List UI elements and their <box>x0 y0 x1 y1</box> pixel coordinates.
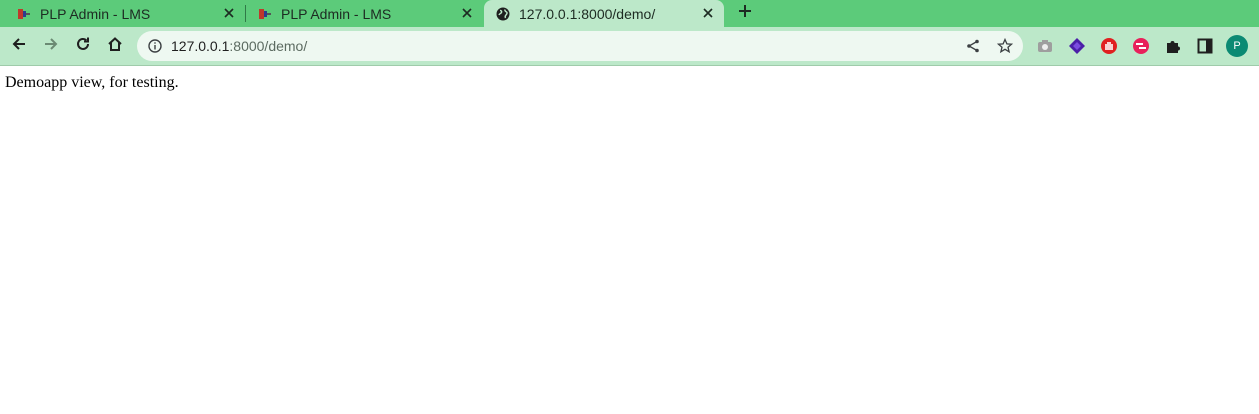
tab-title: PLP Admin - LMS <box>40 5 151 22</box>
tab-plp-admin-2[interactable]: PLP Admin - LMS <box>247 0 483 27</box>
globe-icon <box>495 6 511 22</box>
tab-strip: PLP Admin - LMS PLP Admin - LMS 127.0.0.… <box>0 0 1259 27</box>
lms-favicon-icon <box>257 6 273 22</box>
forward-button[interactable] <box>39 34 63 58</box>
arrow-left-icon <box>11 36 27 57</box>
tab-title: PLP Admin - LMS <box>281 5 392 22</box>
reload-button[interactable] <box>71 34 95 58</box>
profile-avatar[interactable]: P <box>1226 35 1248 57</box>
home-button[interactable] <box>103 34 127 58</box>
address-bar[interactable]: 127.0.0.1:8000/demo/ <box>137 31 1023 61</box>
layers-extension-icon[interactable] <box>1068 37 1086 55</box>
camera-extension-icon[interactable] <box>1036 37 1054 55</box>
url-path: :8000/demo/ <box>229 38 308 54</box>
extensions-puzzle-icon[interactable] <box>1164 37 1182 55</box>
pink-extension-icon[interactable] <box>1132 37 1150 55</box>
page-body-text: Demoapp view, for testing. <box>5 74 179 91</box>
info-icon[interactable] <box>147 38 163 54</box>
tab-demo-active[interactable]: 127.0.0.1:8000/demo/ <box>484 0 724 27</box>
plus-icon <box>738 4 752 23</box>
url-host: 127.0.0.1 <box>171 38 230 54</box>
tab-title: 127.0.0.1:8000/demo/ <box>519 5 656 22</box>
share-icon[interactable] <box>965 38 981 54</box>
tab-plp-admin-1[interactable]: PLP Admin - LMS <box>0 0 245 27</box>
url-text[interactable]: 127.0.0.1:8000/demo/ <box>171 38 307 54</box>
lms-favicon-icon <box>16 6 32 22</box>
tab-divider <box>245 5 246 22</box>
new-tab-button[interactable] <box>734 2 756 24</box>
close-tab-icon[interactable] <box>459 5 475 21</box>
bookmark-star-icon[interactable] <box>996 37 1014 54</box>
adblock-extension-icon[interactable] <box>1100 37 1118 55</box>
home-icon <box>107 36 123 57</box>
browser-toolbar: 127.0.0.1:8000/demo/ P <box>0 27 1259 66</box>
side-panel-icon[interactable] <box>1196 37 1214 55</box>
close-tab-icon[interactable] <box>221 5 237 21</box>
close-tab-icon[interactable] <box>700 5 716 21</box>
arrow-right-icon <box>43 36 59 57</box>
back-button[interactable] <box>7 34 31 58</box>
reload-icon <box>75 36 91 57</box>
